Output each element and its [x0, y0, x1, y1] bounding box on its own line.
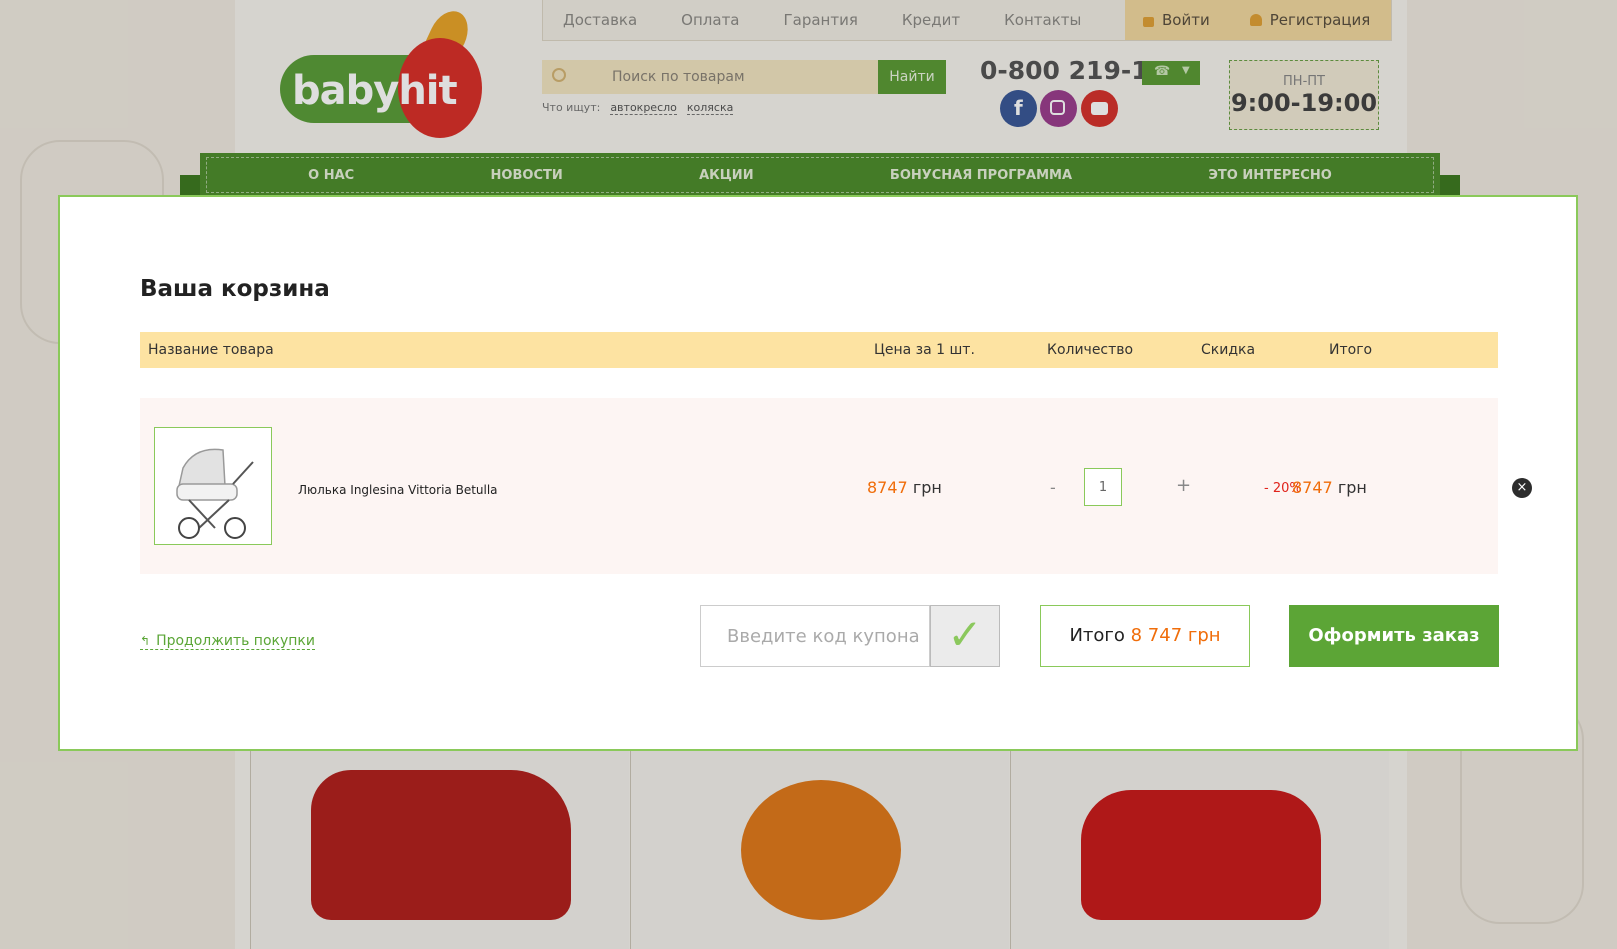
cart-title: Ваша корзина: [140, 276, 330, 302]
row-total-currency: грн: [1337, 478, 1367, 497]
continue-shopping-link[interactable]: ↰ Продолжить покупки: [140, 633, 315, 650]
column-header-total: Итого: [1329, 342, 1373, 358]
coupon-apply-button[interactable]: ✓: [930, 605, 1000, 667]
column-header-quantity: Количество: [1047, 342, 1134, 358]
column-header-discount: Скидка: [1201, 342, 1256, 358]
cart-table-header: Название товара Цена за 1 шт. Количество…: [140, 332, 1498, 368]
coupon-placeholder: Введите код купона: [727, 626, 920, 647]
cart-total-value: 8 747 грн: [1130, 625, 1221, 646]
quantity-increase-button[interactable]: +: [1176, 475, 1191, 496]
product-thumbnail[interactable]: [154, 427, 272, 545]
checkout-button[interactable]: Оформить заказ: [1289, 605, 1499, 667]
coupon-input[interactable]: Введите код купона: [700, 605, 930, 667]
return-arrow-icon: ↰: [140, 634, 151, 648]
cart-total: Итого 8 747 грн: [1040, 605, 1250, 667]
close-icon[interactable]: ×: [1512, 478, 1532, 498]
row-total: 8747 грн: [1292, 478, 1367, 497]
product-name[interactable]: Люлька Inglesina Vittoria Betulla: [298, 483, 498, 497]
continue-shopping-label: Продолжить покупки: [156, 633, 315, 649]
quantity-input[interactable]: 1: [1084, 468, 1122, 506]
unit-price: 8747 грн: [867, 478, 942, 497]
cart-total-label: Итого: [1069, 625, 1125, 646]
column-header-name: Название товара: [148, 342, 274, 358]
cart-modal: Ваша корзина Название товара Цена за 1 ш…: [58, 195, 1578, 751]
quantity-decrease-button[interactable]: -: [1050, 478, 1056, 497]
row-total-value: 8747: [1292, 478, 1333, 497]
unit-price-value: 8747: [867, 478, 908, 497]
unit-price-currency: грн: [912, 478, 942, 497]
stroller-image: [176, 448, 254, 539]
column-header-price: Цена за 1 шт.: [874, 342, 975, 358]
cart-row: Люлька Inglesina Vittoria Betulla 8747 г…: [140, 398, 1532, 574]
